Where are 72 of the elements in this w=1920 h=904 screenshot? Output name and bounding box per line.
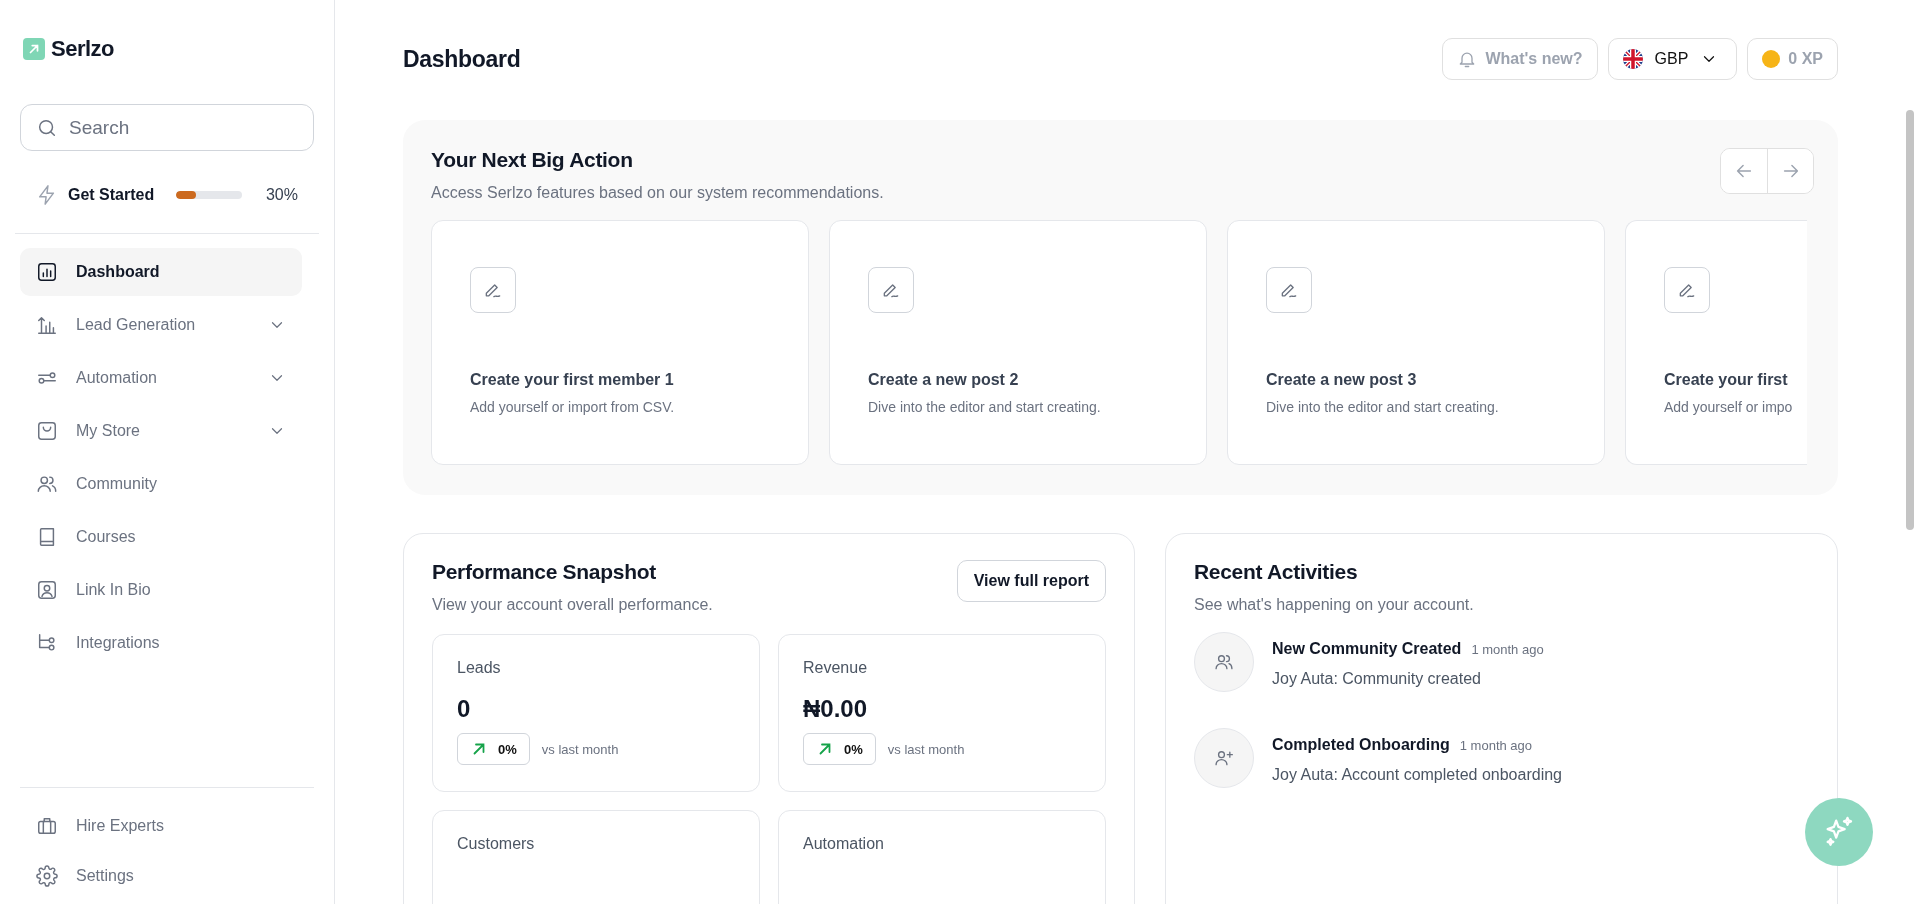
section-title: Your Next Big Action [431, 148, 634, 172]
user-plus-icon [1214, 748, 1234, 768]
card-title: Create a new post 2 [868, 371, 1020, 389]
change-badge: 0% [803, 733, 876, 765]
card-description: Dive into the editor and start creating. [868, 399, 1102, 415]
action-card[interactable]: Create a new post 2 Dive into the editor and start creating. [829, 220, 1207, 465]
nav-item[interactable]: Dashboard [20, 248, 302, 296]
metric-label: Customers [457, 835, 536, 853]
action-card[interactable]: Create your first Add yourself or impo [1625, 220, 1807, 465]
nav-item[interactable]: Automation [20, 354, 302, 402]
card-description: Add yourself or impo [1664, 399, 1794, 415]
nav-item[interactable]: Integrations [20, 619, 302, 667]
metric-value: 0 [457, 695, 472, 723]
progress-bar [176, 191, 242, 199]
nav-item[interactable]: Settings [20, 854, 302, 898]
upload-chart-icon [36, 314, 58, 336]
search-field[interactable]: Search [20, 104, 314, 151]
activity-time: 1 month ago [1471, 642, 1544, 657]
page-title: Dashboard [403, 45, 521, 73]
metric-label: Automation [803, 835, 885, 853]
nav-item[interactable]: Community [20, 460, 302, 508]
briefcase-icon [36, 815, 58, 837]
progress-percent: 30% [265, 186, 298, 204]
card-title: Create a new post 3 [1266, 371, 1418, 389]
connections-icon [36, 632, 58, 654]
activity-detail: Joy Auta: Community created [1272, 670, 1482, 688]
card-title: Create your first member 1 [470, 371, 675, 389]
nav-item[interactable]: Lead Generation [20, 301, 302, 349]
brand-name: Serlzo [51, 36, 115, 62]
pen-icon [868, 267, 914, 313]
activity-title: New Community Created [1272, 640, 1462, 658]
section-subtitle: Access Serlzo features based on our system recommendations. [431, 184, 884, 202]
change-badge: 0% [457, 733, 530, 765]
flag-icon [1622, 49, 1643, 69]
metric-value: ₦0.00 [803, 695, 869, 723]
logo-icon [23, 38, 45, 60]
profile-icon [36, 579, 58, 601]
metric-label: Revenue [803, 659, 869, 677]
get-started-link[interactable]: Get Started [68, 186, 159, 204]
section-title: Performance Snapshot [432, 560, 657, 584]
view-report-button[interactable]: View full report [956, 560, 1106, 602]
coin-icon [1762, 50, 1781, 68]
activity-time: 1 month ago [1459, 738, 1533, 753]
users-icon [36, 473, 58, 495]
card-description: Dive into the editor and start creating. [1266, 399, 1500, 415]
nav-item[interactable]: My Store [20, 407, 302, 455]
action-card[interactable]: Create a new post 3 Dive into the editor and start creating. [1227, 220, 1605, 465]
pen-icon [1266, 267, 1312, 313]
search-icon [36, 117, 58, 139]
settings-icon [36, 865, 58, 887]
comparison-text: vs last month [887, 741, 965, 757]
scrollbar[interactable] [1906, 110, 1914, 530]
nav-item[interactable]: Link In Bio [20, 566, 302, 614]
pen-icon [1664, 267, 1710, 313]
users-icon [1214, 652, 1234, 672]
card-title: Create your first [1664, 371, 1789, 389]
card-description: Add yourself or import from CSV. [470, 399, 676, 415]
next-button[interactable] [1767, 149, 1813, 193]
section-subtitle: View your account overall performance. [432, 596, 713, 614]
comparison-text: vs last month [541, 741, 619, 757]
activity-title: Completed Onboarding [1272, 736, 1450, 754]
bar-chart-icon [36, 261, 58, 283]
section-subtitle: See what's happening on your account. [1194, 596, 1475, 614]
nav-item[interactable]: Hire Experts [20, 804, 302, 848]
pen-icon [470, 267, 516, 313]
activity-detail: Joy Auta: Account completed onboarding [1272, 766, 1562, 784]
section-title: Recent Activities [1194, 560, 1359, 584]
nav-item[interactable]: Courses [20, 513, 302, 561]
metric-label: Leads [457, 659, 502, 677]
currency-dropdown[interactable]: GBP [1607, 38, 1738, 80]
bag-icon [36, 420, 58, 442]
action-card[interactable]: Create your first member 1 Add yourself or import from CSV. [431, 220, 809, 465]
